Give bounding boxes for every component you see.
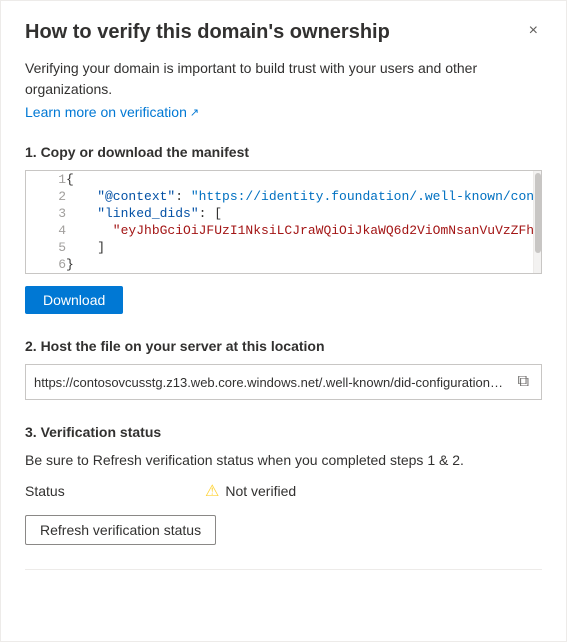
learn-more-label: Learn more on verification xyxy=(25,104,187,120)
modal-title: How to verify this domain's ownership xyxy=(25,21,525,44)
step2-title: 2. Host the file on your server at this … xyxy=(25,338,542,354)
close-button[interactable]: × xyxy=(525,21,542,41)
manifest-code-block: 1{2 "@context": "https://identity.founda… xyxy=(25,170,542,274)
status-row: Status ⚠ Not verified xyxy=(25,481,542,501)
line-content: "eyJhbGciOiJFUzI1NksiLCJraWQiOiJkaWQ6d2V… xyxy=(66,222,541,239)
modal-header: How to verify this domain's ownership × xyxy=(25,21,542,44)
status-badge: ⚠ Not verified xyxy=(205,481,296,501)
line-content: "@context": "https://identity.foundation… xyxy=(66,188,541,205)
status-value: Not verified xyxy=(225,483,296,499)
bottom-divider xyxy=(25,569,542,570)
line-content: "linked_dids": [ xyxy=(66,205,541,222)
code-line: 1{ xyxy=(26,171,541,188)
step1-section: 1. Copy or download the manifest 1{2 "@c… xyxy=(25,144,542,314)
step2-section: 2. Host the file on your server at this … xyxy=(25,338,542,400)
line-content: { xyxy=(66,171,541,188)
line-number: 4 xyxy=(26,222,66,239)
copy-button[interactable]: ⧉ xyxy=(514,371,533,393)
code-line: 6} xyxy=(26,256,541,273)
step3-title: 3. Verification status xyxy=(25,424,542,440)
code-line: 2 "@context": "https://identity.foundati… xyxy=(26,188,541,205)
code-line: 4 "eyJhbGciOiJFUzI1NksiLCJraWQiOiJkaWQ6d… xyxy=(26,222,541,239)
line-number: 1 xyxy=(26,171,66,188)
line-number: 2 xyxy=(26,188,66,205)
download-button[interactable]: Download xyxy=(25,286,123,314)
scrollbar[interactable] xyxy=(533,171,541,273)
refresh-verification-button[interactable]: Refresh verification status xyxy=(25,515,216,545)
step3-description: Be sure to Refresh verification status w… xyxy=(25,450,542,471)
learn-more-link[interactable]: Learn more on verification ↗ xyxy=(25,104,199,120)
step3-section: 3. Verification status Be sure to Refres… xyxy=(25,424,542,545)
external-link-icon: ↗ xyxy=(190,106,199,119)
line-number: 5 xyxy=(26,239,66,256)
code-inner[interactable]: 1{2 "@context": "https://identity.founda… xyxy=(26,171,541,273)
status-label: Status xyxy=(25,483,85,499)
line-content: ] xyxy=(66,239,541,256)
code-line: 3 "linked_dids": [ xyxy=(26,205,541,222)
scrollbar-thumb xyxy=(535,173,541,253)
line-number: 6 xyxy=(26,256,66,273)
modal-container: How to verify this domain's ownership × … xyxy=(0,0,567,642)
step1-title: 1. Copy or download the manifest xyxy=(25,144,542,160)
intro-description: Verifying your domain is important to bu… xyxy=(25,58,542,100)
line-number: 3 xyxy=(26,205,66,222)
code-table: 1{2 "@context": "https://identity.founda… xyxy=(26,171,541,273)
warning-icon: ⚠ xyxy=(205,481,219,501)
url-text: https://contosovcusstg.z13.web.core.wind… xyxy=(34,375,506,390)
code-line: 5 ] xyxy=(26,239,541,256)
url-field: https://contosovcusstg.z13.web.core.wind… xyxy=(25,364,542,400)
line-content: } xyxy=(66,256,541,273)
